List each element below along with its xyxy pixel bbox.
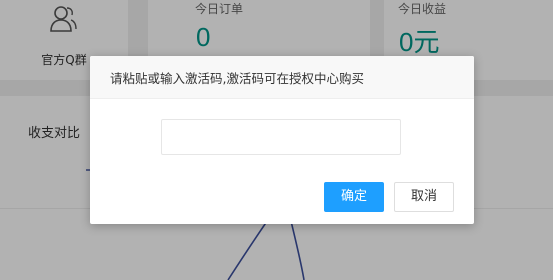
activation-code-input[interactable] bbox=[161, 119, 401, 155]
dialog-header: 请粘贴或输入激活码,激活码可在授权中心购买 bbox=[90, 56, 474, 99]
dialog-title: 请粘贴或输入激活码,激活码可在授权中心购买 bbox=[110, 71, 364, 86]
activation-code-dialog: 请粘贴或输入激活码,激活码可在授权中心购买 确定 取消 bbox=[90, 56, 474, 224]
confirm-button[interactable]: 确定 bbox=[324, 182, 384, 212]
cancel-button[interactable]: 取消 bbox=[394, 182, 454, 212]
